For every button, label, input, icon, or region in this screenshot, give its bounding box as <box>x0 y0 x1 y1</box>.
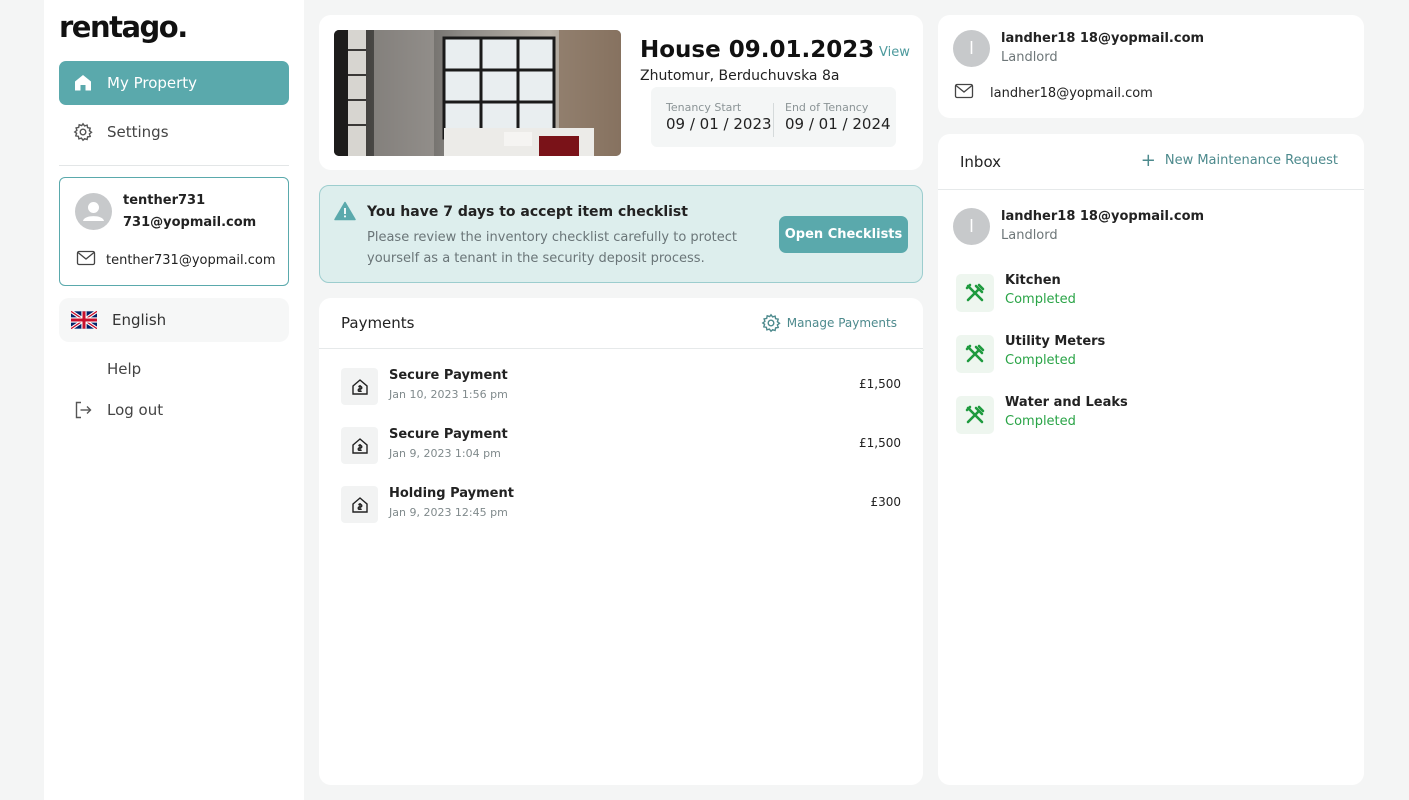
maintenance-task-kitchen[interactable]: Kitchen Completed <box>956 273 1336 313</box>
inbox-card: Inbox + New Maintenance Request l landhe… <box>938 134 1364 785</box>
landlord-email-row[interactable]: landher18@yopmail.com <box>954 83 1153 103</box>
payments-header: Payments Manage Payments <box>319 298 923 349</box>
user-email-row: tenther731@yopmail.com <box>76 250 275 270</box>
inbox-contact-role: Landlord <box>1001 228 1058 243</box>
logout-label: Log out <box>107 401 164 419</box>
inbox-title: Inbox <box>960 153 1002 171</box>
user-name: tenther731 731@yopmail.com <box>123 193 257 230</box>
inbox-contact-name: landher18 18@yopmail.com <box>1001 209 1205 224</box>
checklist-alert: You have 7 days to accept item checklist… <box>319 185 923 283</box>
house-payment-icon <box>341 486 378 523</box>
logout-icon <box>73 400 93 420</box>
language-selector[interactable]: English <box>59 298 289 342</box>
task-status: Completed <box>1005 292 1076 307</box>
payment-date: Jan 9, 2023 12:45 pm <box>389 506 508 519</box>
payment-row[interactable]: Secure Payment Jan 10, 2023 1:56 pm £1,5… <box>341 366 901 406</box>
landlord-avatar: l <box>953 30 990 67</box>
nav-my-property[interactable]: My Property <box>59 61 289 105</box>
payment-row[interactable]: Holding Payment Jan 9, 2023 12:45 pm £30… <box>341 484 901 524</box>
tenancy-end: End of Tenancy 09 / 01 / 2024 <box>785 101 891 133</box>
alert-title: You have 7 days to accept item checklist <box>367 204 688 220</box>
mail-icon <box>954 83 974 103</box>
payment-row[interactable]: Secure Payment Jan 9, 2023 1:04 pm £1,50… <box>341 425 901 465</box>
gear-icon <box>73 122 93 142</box>
landlord-email: landher18@yopmail.com <box>990 85 1153 101</box>
house-payment-icon <box>341 368 378 405</box>
property-card: House 09.01.2023 View Zhutomur, Berduchu… <box>319 15 923 170</box>
nav-settings-label: Settings <box>107 123 169 141</box>
new-maintenance-request-button[interactable]: + New Maintenance Request <box>1140 150 1338 171</box>
sidebar: rentago. My Property Settings tenther731… <box>44 0 304 800</box>
nav-my-property-label: My Property <box>107 74 198 92</box>
inbox-header: Inbox + New Maintenance Request <box>938 134 1364 190</box>
warning-icon <box>334 201 356 221</box>
manage-payments-label: Manage Payments <box>786 316 897 330</box>
payment-name: Secure Payment <box>389 427 508 442</box>
nav-settings[interactable]: Settings <box>59 110 289 154</box>
home-icon <box>73 73 93 93</box>
property-address: Zhutomur, Berduchuvska 8a <box>640 68 840 84</box>
tenancy-start-value: 09 / 01 / 2023 <box>666 115 772 133</box>
landlord-card: l landher18 18@yopmail.com Landlord land… <box>938 15 1364 118</box>
task-status: Completed <box>1005 353 1076 368</box>
property-photo[interactable] <box>334 30 621 156</box>
maintenance-task-utility-meters[interactable]: Utility Meters Completed <box>956 334 1336 374</box>
user-card[interactable]: tenther731 731@yopmail.com tenther731@yo… <box>59 177 289 286</box>
task-name: Kitchen <box>1005 273 1061 288</box>
task-status: Completed <box>1005 414 1076 429</box>
tenancy-dates: Tenancy Start 09 / 01 / 2023 End of Tena… <box>651 87 896 147</box>
manage-payments-button[interactable]: Manage Payments <box>761 313 897 333</box>
landlord-role: Landlord <box>1001 50 1058 65</box>
tenancy-end-label: End of Tenancy <box>785 101 869 114</box>
gear-icon <box>761 313 781 333</box>
tenancy-separator <box>773 103 774 137</box>
task-name: Utility Meters <box>1005 334 1106 349</box>
logout-button[interactable]: Log out <box>59 400 163 420</box>
payment-date: Jan 9, 2023 1:04 pm <box>389 447 501 460</box>
payments-title: Payments <box>341 314 415 332</box>
help-link[interactable]: Help <box>107 360 141 378</box>
language-label: English <box>112 311 167 329</box>
tenancy-start-label: Tenancy Start <box>666 101 742 114</box>
payment-name: Holding Payment <box>389 486 514 501</box>
tenancy-end-value: 09 / 01 / 2024 <box>785 115 891 133</box>
landlord-name: landher18 18@yopmail.com <box>1001 31 1205 46</box>
user-email: tenther731@yopmail.com <box>106 252 276 268</box>
tools-icon <box>956 396 994 434</box>
open-checklists-button[interactable]: Open Checklists <box>779 216 908 253</box>
tools-icon <box>956 274 994 312</box>
payment-date: Jan 10, 2023 1:56 pm <box>389 388 508 401</box>
user-avatar <box>75 193 112 230</box>
alert-text: Please review the inventory checklist ca… <box>367 230 738 266</box>
payment-amount: £300 <box>870 495 901 509</box>
tools-icon <box>956 335 994 373</box>
new-maintenance-request-label: New Maintenance Request <box>1164 153 1338 168</box>
view-property-link[interactable]: View <box>879 45 910 60</box>
task-name: Water and Leaks <box>1005 395 1128 410</box>
uk-flag-icon <box>71 311 97 329</box>
payment-amount: £1,500 <box>859 377 901 391</box>
payment-name: Secure Payment <box>389 368 508 383</box>
plus-icon: + <box>1140 150 1156 171</box>
rentago-logo[interactable]: rentago. <box>59 10 188 44</box>
maintenance-task-water-and-leaks[interactable]: Water and Leaks Completed <box>956 395 1336 435</box>
property-title: House 09.01.2023 <box>640 37 875 63</box>
sidebar-divider <box>59 165 289 166</box>
house-payment-icon <box>341 427 378 464</box>
mail-icon <box>76 250 96 270</box>
payments-card: Payments Manage Payments Secure Payment … <box>319 298 923 785</box>
payment-amount: £1,500 <box>859 436 901 450</box>
inbox-contact-avatar: l <box>953 208 990 245</box>
tenancy-start: Tenancy Start 09 / 01 / 2023 <box>666 101 772 133</box>
